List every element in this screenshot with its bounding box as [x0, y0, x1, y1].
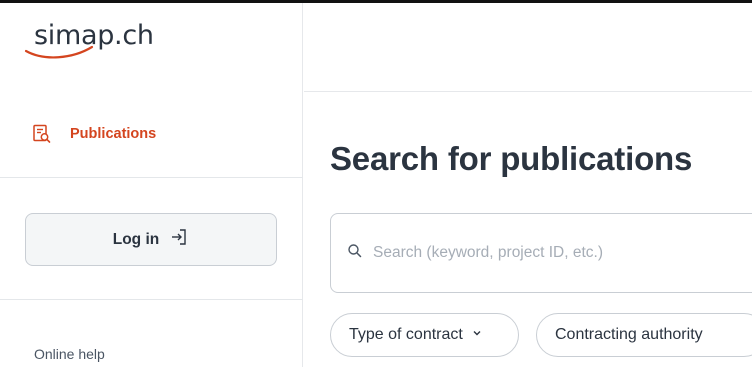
filter-label: Type of contract — [349, 326, 463, 343]
logo-swoosh-icon — [24, 45, 94, 59]
search-input[interactable] — [373, 244, 752, 262]
sidebar: simap.ch Publications Log in Online help — [0, 3, 303, 367]
sidebar-divider — [0, 299, 303, 300]
search-box[interactable] — [330, 213, 752, 293]
page: simap.ch Publications Log in Online help… — [0, 0, 752, 367]
login-button[interactable]: Log in — [25, 213, 277, 266]
login-label: Log in — [112, 230, 160, 248]
page-title: Search for publications — [330, 140, 693, 177]
search-icon — [347, 243, 363, 264]
sidebar-item-publications[interactable]: Publications — [32, 121, 156, 147]
simap-logo[interactable]: simap.ch — [24, 19, 184, 67]
sidebar-item-label: Publications — [70, 126, 157, 142]
publications-search-icon — [32, 124, 52, 144]
online-help-link[interactable]: Online help — [34, 346, 105, 362]
login-icon — [169, 227, 189, 252]
sidebar-divider — [0, 177, 303, 178]
filter-contracting-authority[interactable]: Contracting authority — [536, 313, 752, 357]
chevron-down-icon — [471, 326, 483, 344]
main-header-divider — [304, 91, 752, 92]
filter-type-of-contract[interactable]: Type of contract — [330, 313, 519, 357]
filter-label: Contracting authority — [555, 326, 703, 343]
